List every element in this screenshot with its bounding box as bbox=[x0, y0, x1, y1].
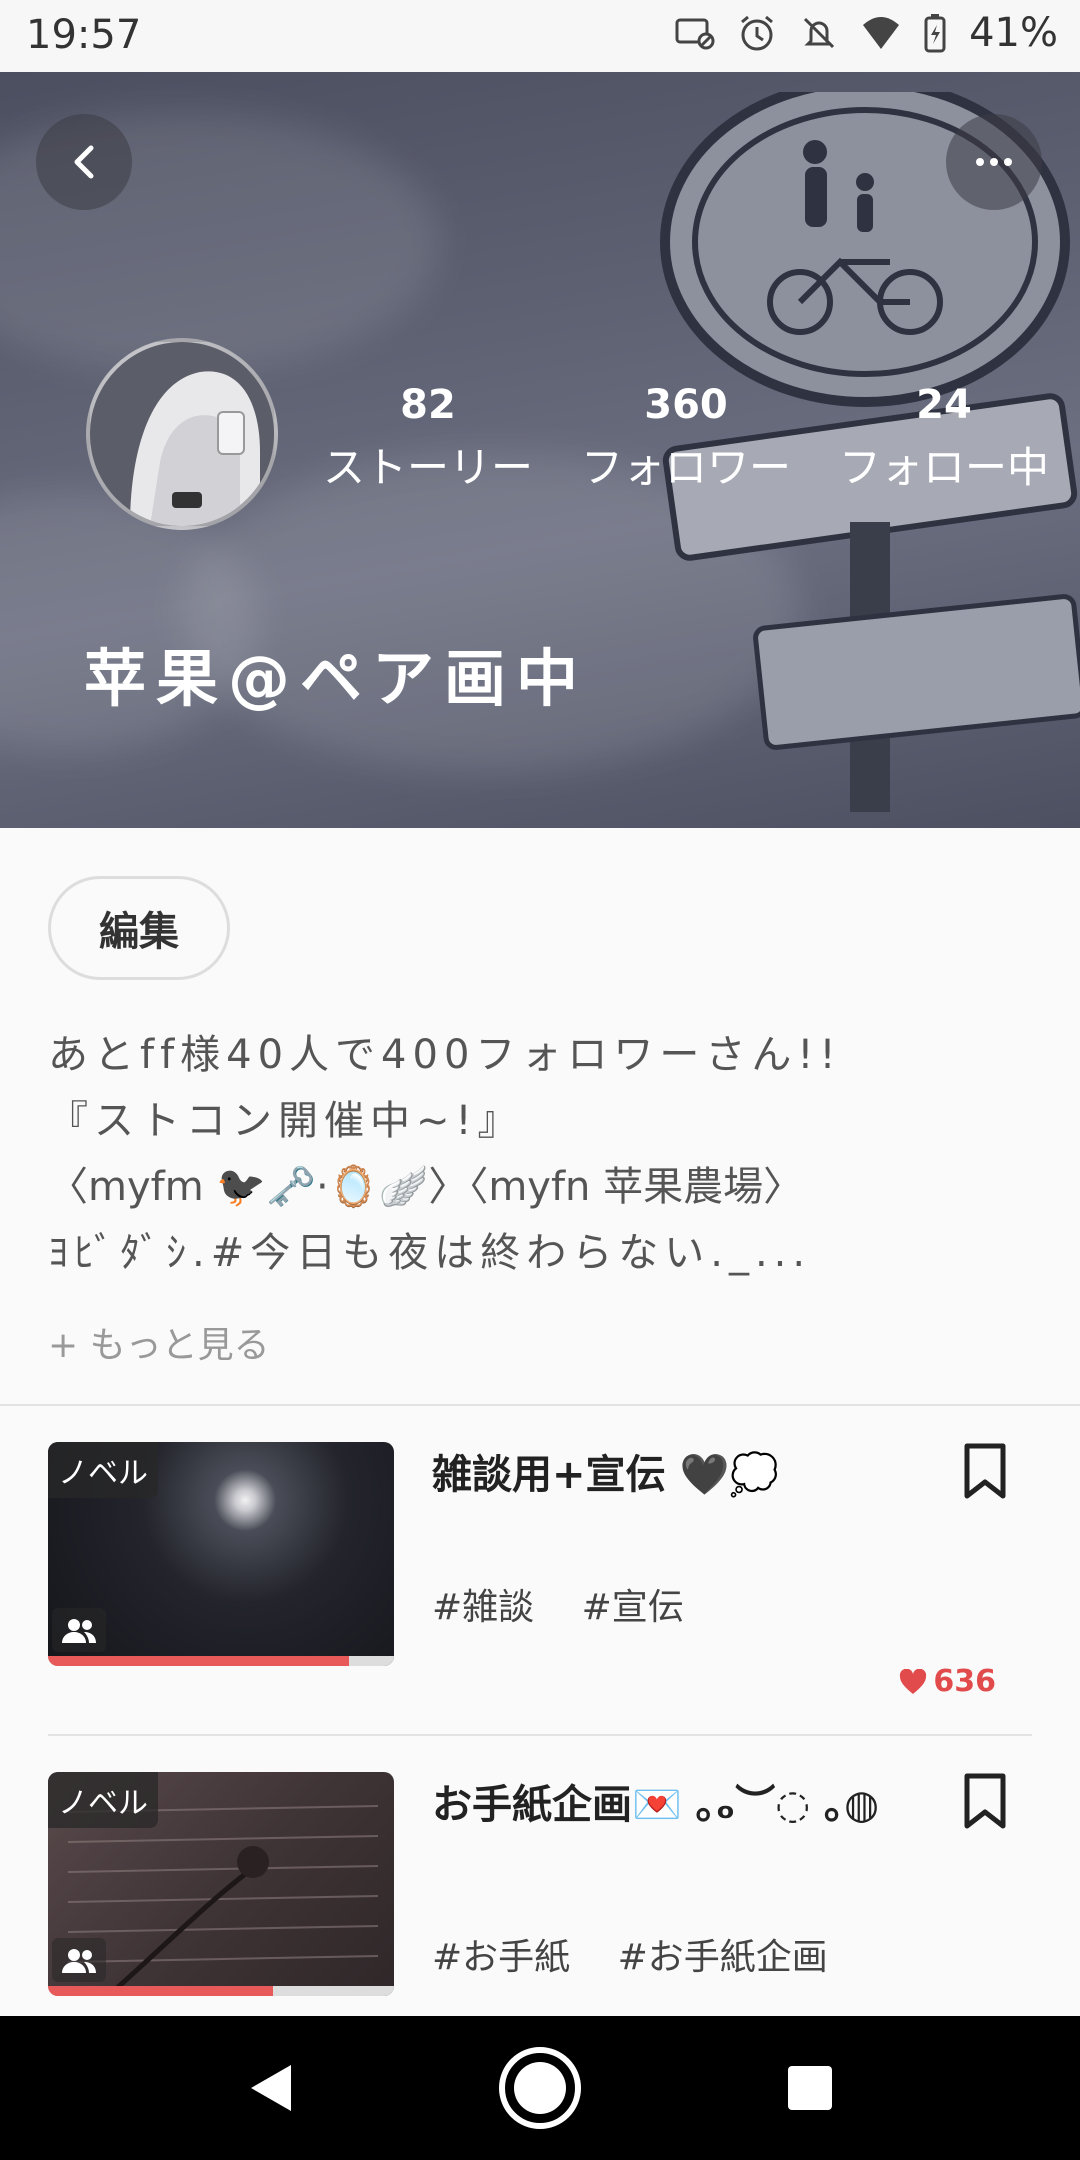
story-progress-fill bbox=[48, 1656, 350, 1666]
alarm-icon bbox=[737, 13, 777, 53]
story-thumbnail[interactable]: ノベル bbox=[48, 1442, 394, 1666]
profile-username: 苹果@ペア画中 bbox=[84, 642, 589, 715]
stat-following-label: フォロー中 bbox=[838, 443, 1049, 492]
story-type-tag: ノベル bbox=[48, 1442, 158, 1498]
stat-following[interactable]: 24 フォロー中 bbox=[834, 382, 1054, 495]
more-horizontal-icon bbox=[976, 158, 1012, 166]
story-thumbnail[interactable]: ノベル bbox=[48, 1772, 394, 1996]
story-title[interactable]: お手紙企画💌 ｡ₒ︶◌ ｡◍ bbox=[432, 1772, 879, 1830]
stat-stories[interactable]: 82 ストーリー bbox=[318, 382, 538, 495]
stat-stories-label: ストーリー bbox=[322, 443, 533, 492]
stat-followers-value: 360 bbox=[644, 382, 728, 428]
group-icon bbox=[52, 1938, 106, 1982]
bio-line: 『ストコン開催中~!』 bbox=[48, 1098, 524, 1144]
profile-bio: あとff様40人で400フォロワーさん!! 『ストコン開催中~!』 〈myfm … bbox=[48, 1022, 1038, 1286]
bio-line: ﾖﾋﾞﾀﾞｼ.#今日も夜は終わらない._... bbox=[48, 1230, 812, 1276]
back-button[interactable] bbox=[36, 114, 132, 210]
story-tag[interactable]: #雑談 bbox=[432, 1587, 534, 1628]
story-tag[interactable]: #宣伝 bbox=[582, 1587, 684, 1628]
recents-square-icon bbox=[788, 2066, 832, 2110]
story-card[interactable]: ノベル 雑談用+宣伝 🖤💭 #雑談 #宣伝 636 bbox=[48, 1442, 1032, 1699]
system-navigation-bar bbox=[0, 2016, 1080, 2160]
stat-following-value: 24 bbox=[916, 382, 972, 428]
group-icon bbox=[52, 1608, 106, 1652]
edit-profile-button[interactable]: 編集 bbox=[48, 876, 230, 980]
show-more-link[interactable]: + もっと見る bbox=[48, 1316, 270, 1368]
nav-back-button[interactable] bbox=[220, 2016, 320, 2160]
heart-icon bbox=[900, 1668, 927, 1694]
story-tag[interactable]: #お手紙企画 bbox=[618, 1937, 828, 1978]
bio-line: あとff様40人で400フォロワーさん!! bbox=[48, 1032, 842, 1078]
story-likes: 636 bbox=[899, 1664, 996, 1699]
stat-stories-value: 82 bbox=[400, 382, 456, 428]
story-card[interactable]: ノベル お手紙企画💌 ｡ₒ︶◌ ｡◍ #お手紙 #お手紙企画 bbox=[48, 1772, 1032, 2002]
story-type-tag: ノベル bbox=[48, 1772, 158, 1828]
bookmark-button[interactable] bbox=[962, 1442, 1008, 1504]
bio-line: 〈myfm 🐦‍⬛🗝️·🪞🪽〉〈myfn 苹果農場〉 bbox=[48, 1164, 804, 1210]
story-progress-fill bbox=[48, 1986, 273, 1996]
battery-percent: 41% bbox=[969, 10, 1058, 56]
chevron-left-icon bbox=[74, 145, 94, 179]
status-bar: 19:57 41% bbox=[0, 0, 1080, 72]
more-options-button[interactable] bbox=[946, 114, 1042, 210]
story-title[interactable]: 雑談用+宣伝 🖤💭 bbox=[432, 1442, 779, 1500]
avatar[interactable] bbox=[86, 338, 278, 530]
bookmark-icon bbox=[964, 1773, 1006, 1829]
story-tag[interactable]: #お手紙 bbox=[432, 1937, 570, 1978]
home-circle-icon bbox=[499, 2047, 581, 2129]
status-icons: 41% bbox=[675, 10, 1058, 56]
back-triangle-icon bbox=[251, 2065, 291, 2111]
status-time: 19:57 bbox=[26, 12, 142, 58]
story-progress-bar bbox=[48, 1986, 394, 1996]
wifi-icon bbox=[861, 15, 901, 51]
story-tags: #お手紙 #お手紙企画 bbox=[432, 1928, 864, 1980]
story-divider bbox=[48, 1734, 1032, 1736]
story-likes-count: 636 bbox=[933, 1664, 996, 1699]
notifications-off-icon bbox=[799, 13, 839, 53]
bookmark-button[interactable] bbox=[962, 1772, 1008, 1834]
story-tags: #雑談 #宣伝 bbox=[432, 1578, 720, 1630]
avatar-image bbox=[90, 342, 274, 526]
nav-recents-button[interactable] bbox=[760, 2016, 860, 2160]
section-divider bbox=[0, 1404, 1080, 1406]
stat-followers[interactable]: 360 フォロワー bbox=[576, 382, 796, 495]
battery-icon bbox=[923, 13, 947, 53]
bookmark-icon bbox=[964, 1443, 1006, 1499]
profile-header: 82 ストーリー 360 フォロワー 24 フォロー中 苹果@ペア画中 bbox=[0, 72, 1080, 828]
story-progress-bar bbox=[48, 1656, 394, 1666]
stat-followers-label: フォロワー bbox=[580, 443, 791, 492]
cast-icon bbox=[675, 16, 715, 50]
nav-home-button[interactable] bbox=[490, 2016, 590, 2160]
